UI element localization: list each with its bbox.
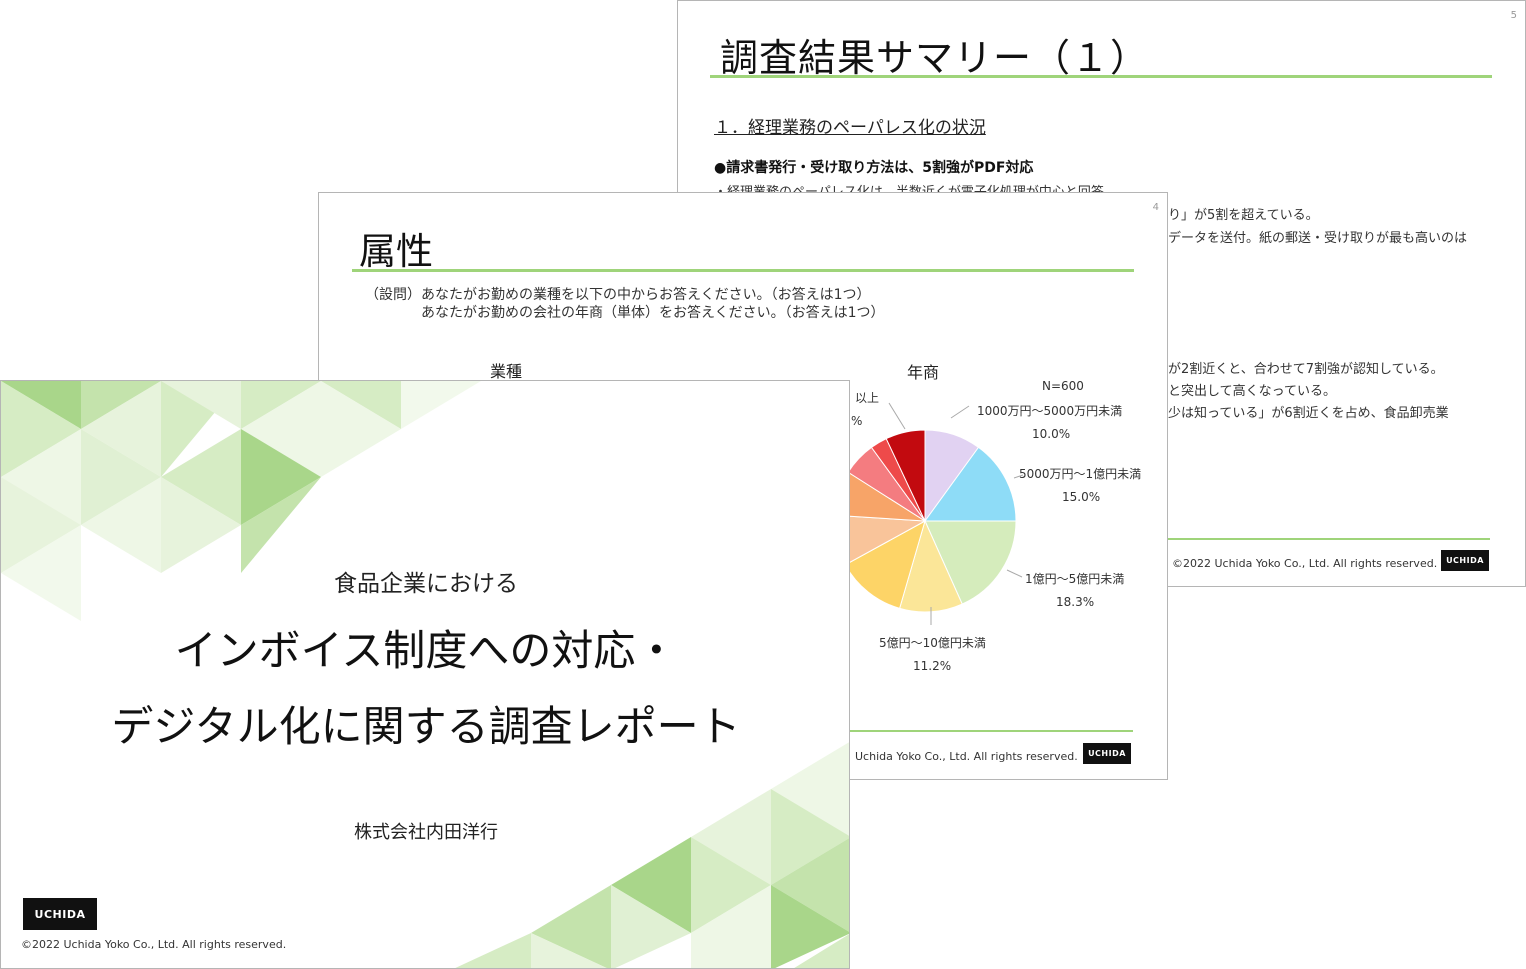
leader-line: [950, 405, 970, 419]
body-line: が2割近くと、合わせて7割強が認知している。: [1168, 362, 1444, 377]
copyright: Uchida Yoko Co., Ltd. All rights reserve…: [855, 750, 1078, 763]
pie-value: 15.0%: [1062, 490, 1101, 504]
cover-title-line-2: デジタル化に関する調査レポート: [111, 702, 741, 751]
pie-value: 10.0%: [1032, 427, 1071, 441]
title-underline: [710, 75, 1492, 78]
body-line: と突出して高くなっている。: [1168, 384, 1336, 399]
body-line: 少は知っている」が6割近くを占め、食品卸売業: [1168, 406, 1449, 421]
pie-label: 1億円～5億円未満: [1025, 572, 1125, 586]
pie-value: 18.3%: [1056, 595, 1095, 609]
pie-value: 11.2%: [913, 659, 952, 673]
copyright: ©2022 Uchida Yoko Co., Ltd. All rights r…: [1172, 557, 1438, 570]
slide-title: 調査結果サマリー（１）: [720, 36, 1150, 80]
copyright: ©2022 Uchida Yoko Co., Ltd. All rights r…: [21, 938, 287, 951]
body-line: り」が5割を超えている。: [1168, 208, 1319, 223]
bullet-heading: ●請求書発行・受け取り方法は、5割強がPDF対応: [714, 160, 1034, 176]
footer-line: [849, 730, 1133, 732]
body-line: データを送付。紙の郵送・受け取りが最も高いのは: [1168, 231, 1468, 246]
leader-line: [888, 402, 906, 430]
pie-label: 5億円～10億円未満: [879, 636, 986, 650]
cover-title-line-1: インボイス制度への対応・: [174, 626, 678, 675]
uchida-logo: UCHIDA: [1083, 743, 1131, 764]
pie-label: 5000万円～1億円未満: [1019, 467, 1142, 481]
uchida-logo: UCHIDA: [1441, 550, 1489, 571]
pie-label: 以上: [855, 391, 880, 405]
company-name: 株式会社内田洋行: [354, 822, 498, 843]
cover-pretitle: 食品企業における: [334, 571, 518, 597]
page-number: 5: [1510, 10, 1517, 21]
pie-value: %: [851, 414, 863, 428]
slide-cover[interactable]: 食品企業における インボイス制度への対応・ デジタル化に関する調査レポート 株式…: [0, 380, 850, 969]
footer-line: [1168, 538, 1490, 540]
uchida-logo: UCHIDA: [23, 898, 97, 930]
section-heading: １．経理業務のペーパレス化の状況: [714, 118, 986, 138]
leader-line: [1006, 569, 1023, 578]
pie-label: 1000万円～5000万円未満: [977, 404, 1123, 418]
